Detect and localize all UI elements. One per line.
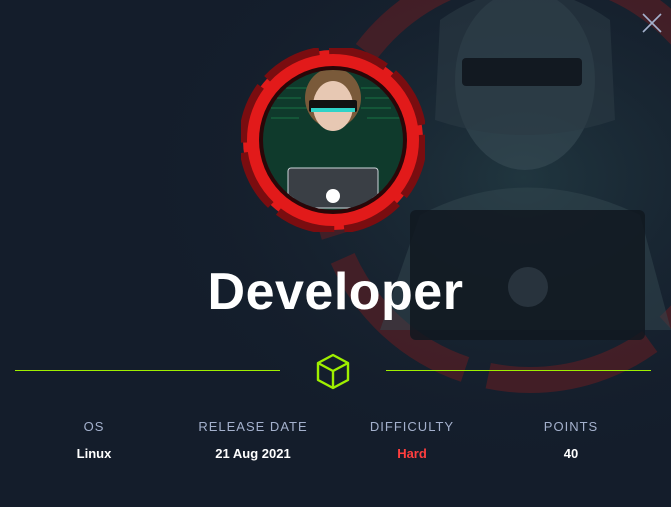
stat-release-date-value: 21 Aug 2021 [215, 446, 291, 461]
stat-points-label: POINTS [543, 419, 599, 434]
divider-right [386, 370, 651, 371]
stat-os-value: Linux [76, 446, 112, 461]
stat-release-date-label: RELEASE DATE [198, 419, 308, 434]
machine-avatar [241, 48, 425, 232]
stat-difficulty-label: DIFFICULTY [369, 419, 455, 434]
machine-title: Developer [207, 263, 464, 321]
close-icon[interactable] [637, 8, 667, 38]
stat-points-value: 40 [563, 446, 579, 461]
cube-icon [316, 353, 350, 390]
divider-left [15, 370, 280, 371]
stat-difficulty-value: Hard [397, 446, 427, 461]
stat-os-label: OS [83, 419, 105, 434]
